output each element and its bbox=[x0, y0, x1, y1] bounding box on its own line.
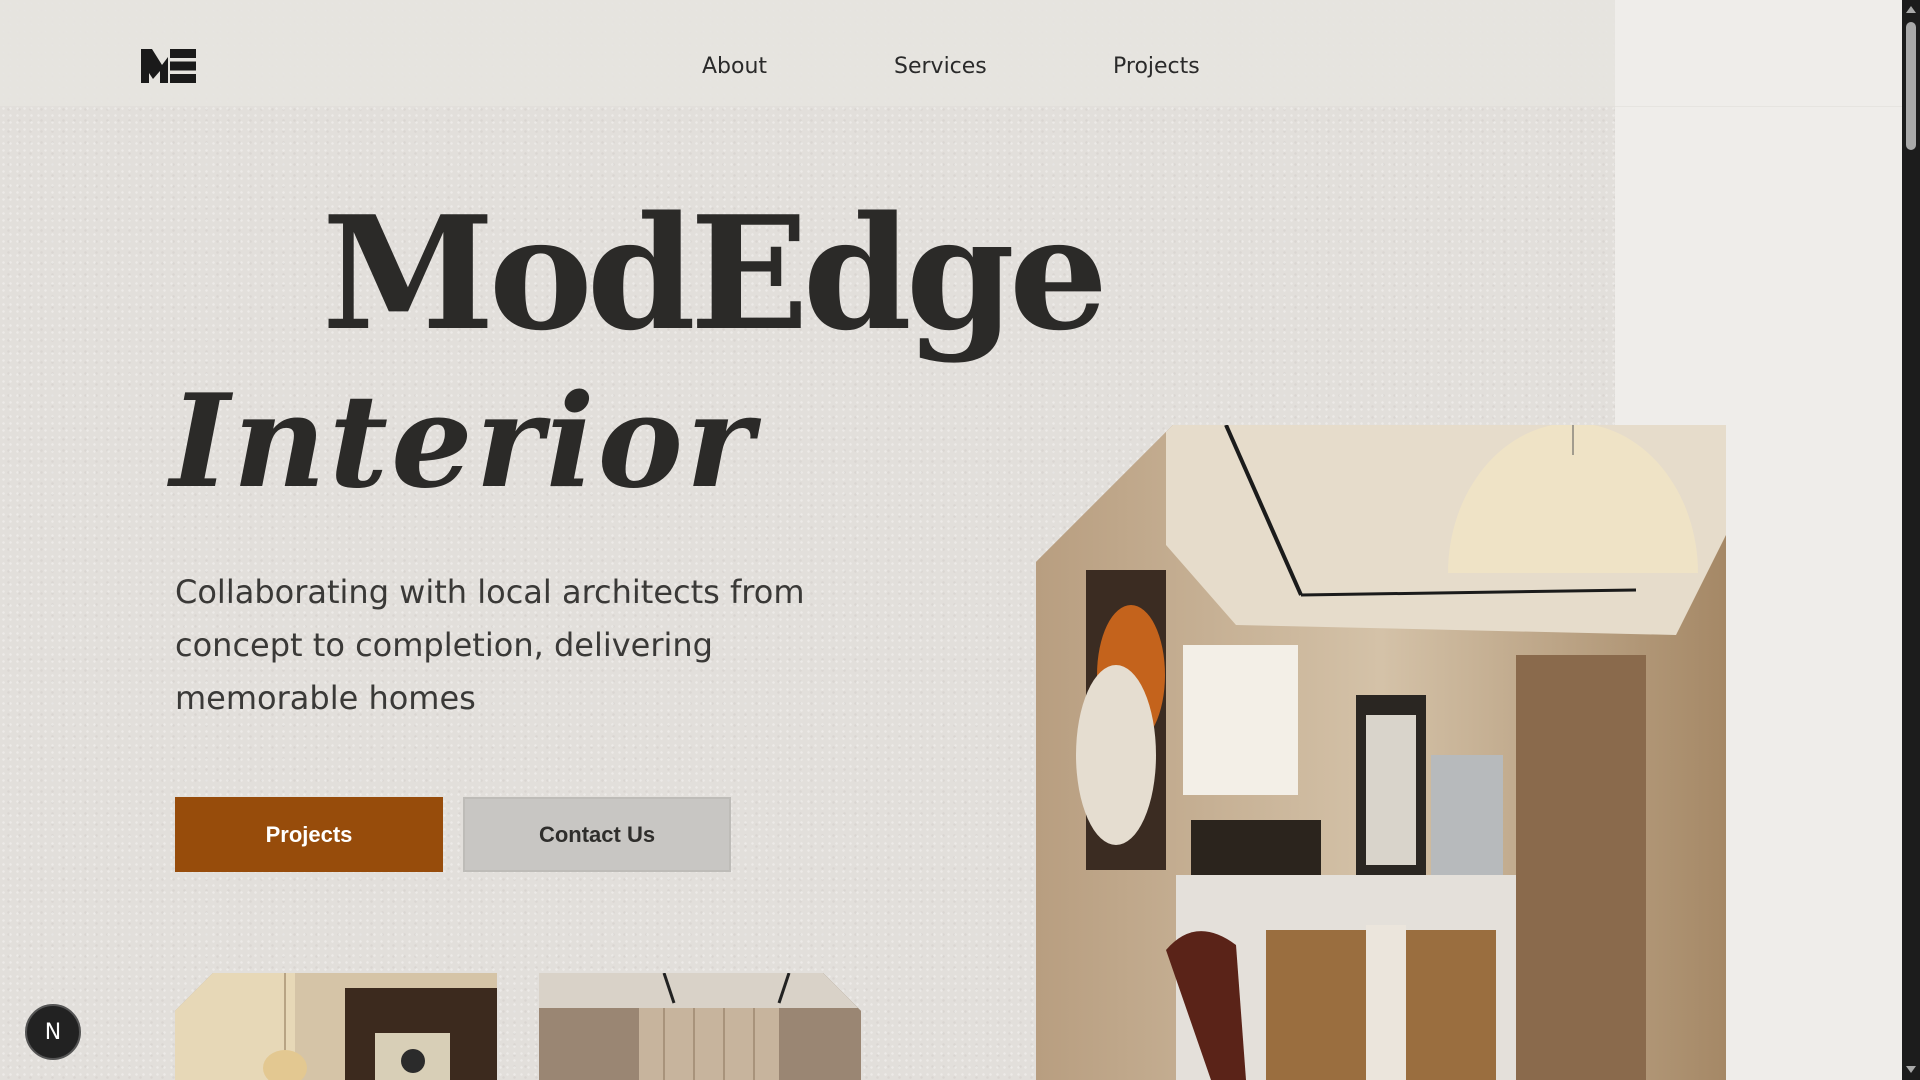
page-scrollbar[interactable] bbox=[1902, 0, 1920, 1080]
project-thumbnail-1[interactable] bbox=[175, 973, 497, 1080]
navbar-extension bbox=[1615, 0, 1902, 107]
nav-link-about[interactable]: About bbox=[702, 54, 767, 79]
scroll-up-arrow-icon[interactable] bbox=[1906, 6, 1916, 13]
nav-link-projects[interactable]: Projects bbox=[1113, 54, 1200, 79]
scroll-down-arrow-icon[interactable] bbox=[1906, 1066, 1916, 1073]
projects-button[interactable]: Projects bbox=[175, 797, 443, 872]
contact-us-button[interactable]: Contact Us bbox=[463, 797, 731, 872]
hero-subtitle: Interior bbox=[170, 367, 757, 517]
project-thumbnail-2[interactable] bbox=[539, 973, 861, 1080]
nav-link-services[interactable]: Services bbox=[894, 54, 987, 79]
hero-title: ModEdge bbox=[322, 182, 1108, 365]
logo-icon[interactable] bbox=[141, 49, 196, 83]
nextjs-dev-badge-icon[interactable]: N bbox=[25, 1004, 81, 1060]
scrollbar-thumb[interactable] bbox=[1906, 22, 1916, 150]
top-navbar: About Services Projects bbox=[0, 0, 1615, 106]
hero-interior-photo bbox=[1036, 425, 1726, 1080]
hero-tagline: Collaborating with local architects from… bbox=[175, 573, 805, 717]
